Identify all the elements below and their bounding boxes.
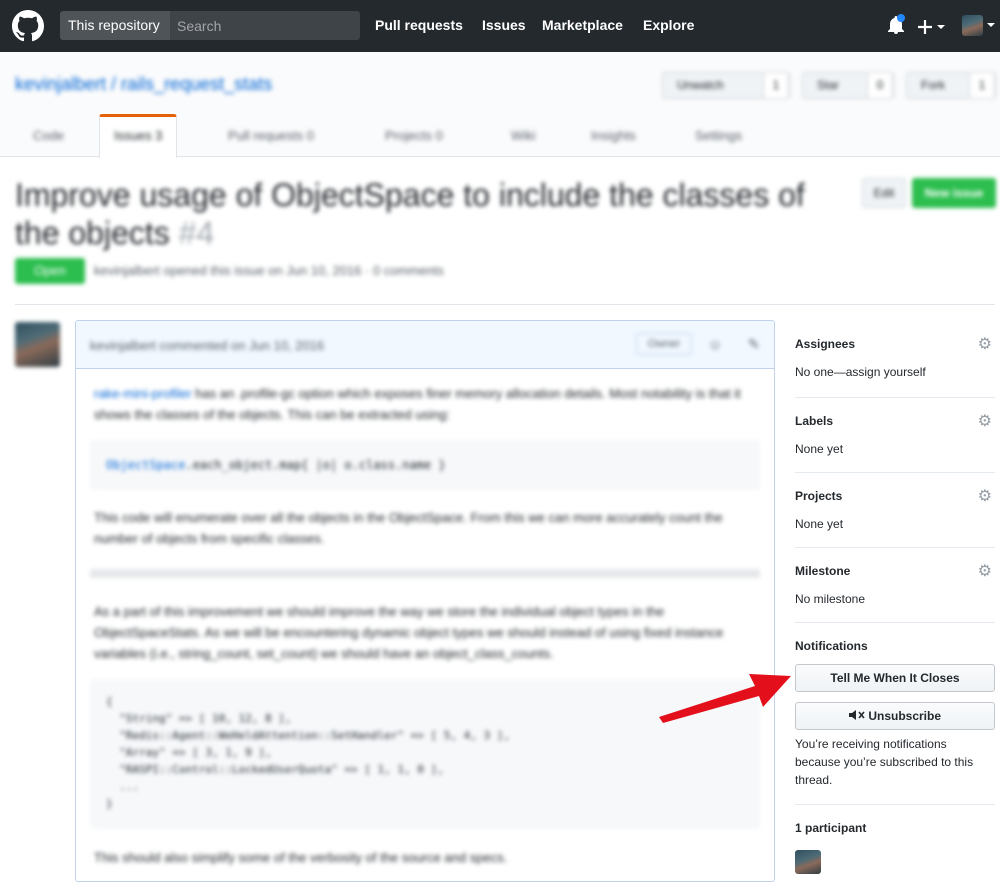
mute-icon bbox=[848, 710, 865, 720]
comment-paragraph-1: rake-mini-profiler has an .profile-gc op… bbox=[94, 383, 764, 425]
tab-pull-requests[interactable]: Pull requests 0 bbox=[228, 128, 314, 143]
tab-code[interactable]: Code bbox=[33, 128, 64, 143]
comment-divider bbox=[90, 569, 760, 578]
unsubscribe-label: Unsubscribe bbox=[868, 709, 942, 723]
repo-title[interactable]: kevinjalbert / rails_request_stats bbox=[15, 74, 272, 95]
sidebar-divider bbox=[795, 547, 995, 548]
nav-explore[interactable]: Explore bbox=[643, 17, 694, 33]
nav-pull-requests[interactable]: Pull requests bbox=[375, 17, 463, 33]
projects-heading: Projects bbox=[795, 489, 843, 503]
watch-button[interactable]: Unwatch 1 bbox=[662, 72, 790, 99]
gear-icon[interactable]: ⚙ bbox=[978, 486, 992, 506]
issue-title: Improve usage of ObjectSpace to include … bbox=[15, 176, 845, 252]
participants-heading: 1 participant bbox=[795, 821, 867, 835]
watch-count: 1 bbox=[763, 72, 789, 99]
bell-icon[interactable] bbox=[884, 14, 908, 38]
user-avatar-icon[interactable] bbox=[962, 15, 983, 36]
assignees-value[interactable]: No one—assign yourself bbox=[795, 365, 995, 379]
fork-label: Fork bbox=[921, 78, 945, 92]
star-button[interactable]: Star 0 bbox=[802, 72, 894, 99]
fork-count: 1 bbox=[969, 72, 995, 99]
sidebar-assignees: Assignees ⚙ No one—assign yourself bbox=[795, 334, 995, 379]
search-scope-label: This repository bbox=[60, 11, 170, 40]
chevron-down-icon[interactable] bbox=[986, 22, 996, 30]
tab-issues[interactable]: Issues 3 bbox=[99, 114, 178, 158]
edit-button[interactable]: Edit bbox=[862, 178, 906, 208]
milestone-value: No milestone bbox=[795, 592, 866, 606]
tab-wiki[interactable]: Wiki bbox=[511, 128, 536, 143]
sidebar-labels: Labels ⚙ None yet bbox=[795, 411, 995, 456]
comment-paragraph-4: This should also simplify some of the ve… bbox=[94, 850, 508, 865]
search-input[interactable] bbox=[170, 11, 360, 40]
nav-marketplace[interactable]: Marketplace bbox=[542, 17, 623, 33]
title-divider bbox=[15, 304, 995, 305]
reaction-icon[interactable]: ☺ bbox=[708, 336, 722, 352]
notifications-heading: Notifications bbox=[795, 639, 868, 653]
comment-paragraph-1-text: has an .profile-gc option which exposes … bbox=[94, 386, 741, 422]
tell-me-when-it-closes-button[interactable]: Tell Me When It Closes bbox=[795, 664, 995, 692]
labels-value: None yet bbox=[795, 442, 844, 456]
comment-box: kevinjalbert commented on Jun 10, 2016 O… bbox=[75, 320, 775, 882]
labels-heading: Labels bbox=[795, 414, 834, 428]
issue-meta: kevinjalbert opened this issue on Jun 10… bbox=[94, 263, 444, 278]
new-issue-button[interactable]: New issue bbox=[912, 178, 996, 208]
assignees-heading: Assignees bbox=[795, 337, 856, 351]
tab-issues-label: Issues 3 bbox=[114, 128, 163, 143]
status-badge: Open bbox=[15, 258, 85, 284]
github-logo-icon[interactable] bbox=[12, 10, 44, 42]
tab-projects[interactable]: Projects 0 bbox=[385, 128, 443, 143]
comment-link[interactable]: rake-mini-profiler bbox=[94, 386, 192, 401]
sidebar-divider bbox=[795, 804, 995, 805]
edit-pencil-icon[interactable]: ✎ bbox=[748, 336, 760, 353]
nav-issues[interactable]: Issues bbox=[482, 17, 526, 33]
sidebar-divider bbox=[795, 397, 995, 398]
unsubscribe-button[interactable]: Unsubscribe bbox=[795, 702, 995, 730]
top-header: This repository Pull requests Issues Mar… bbox=[0, 0, 1000, 52]
comment-author-line: kevinjalbert commented on Jun 10, 2016 bbox=[90, 338, 325, 353]
arrow-annotation-icon bbox=[659, 674, 791, 723]
tab-insights[interactable]: Insights bbox=[591, 128, 636, 143]
gear-icon[interactable]: ⚙ bbox=[978, 334, 992, 354]
avatar[interactable] bbox=[15, 322, 60, 367]
star-count: 0 bbox=[867, 72, 893, 99]
gear-icon[interactable]: ⚙ bbox=[978, 411, 992, 431]
gear-icon[interactable]: ⚙ bbox=[978, 561, 992, 581]
milestone-heading: Milestone bbox=[795, 564, 851, 578]
sidebar-milestone: Milestone ⚙ No milestone bbox=[795, 561, 995, 606]
participant-avatar[interactable] bbox=[795, 850, 821, 874]
star-label: Star bbox=[817, 78, 840, 92]
issue-number: #4 bbox=[178, 215, 215, 251]
repo-header: kevinjalbert / rails_request_stats Unwat… bbox=[0, 52, 1000, 158]
owner-badge: Owner bbox=[636, 333, 692, 355]
fork-button[interactable]: Fork 1 bbox=[906, 72, 996, 99]
comment-paragraph-2: This code will enumerate over all the ob… bbox=[94, 510, 723, 546]
plus-icon[interactable] bbox=[918, 18, 948, 36]
notification-reason: You’re receiving notifications because y… bbox=[795, 737, 974, 787]
sidebar-divider bbox=[795, 472, 995, 473]
projects-value: None yet bbox=[795, 517, 844, 531]
comment-header: kevinjalbert commented on Jun 10, 2016 O… bbox=[76, 321, 774, 369]
code-object: ObjectSpace bbox=[106, 458, 186, 472]
watch-label: Unwatch bbox=[677, 78, 724, 92]
comment-paragraph-3: As a part of this improvement we should … bbox=[94, 604, 724, 661]
sidebar-notifications: Notifications bbox=[795, 639, 995, 653]
sidebar-projects: Projects ⚙ None yet bbox=[795, 486, 995, 531]
code-rest: .each_object.map{ |o| o.class.name } bbox=[185, 458, 446, 472]
issue-title-text: Improve usage of ObjectSpace to include … bbox=[15, 177, 805, 251]
code-snippet: ObjectSpace.each_object.map{ |o| o.class… bbox=[90, 440, 760, 490]
sidebar-participants: 1 participant bbox=[795, 821, 995, 835]
tab-settings[interactable]: Settings bbox=[695, 128, 742, 143]
sidebar-divider bbox=[795, 622, 995, 623]
